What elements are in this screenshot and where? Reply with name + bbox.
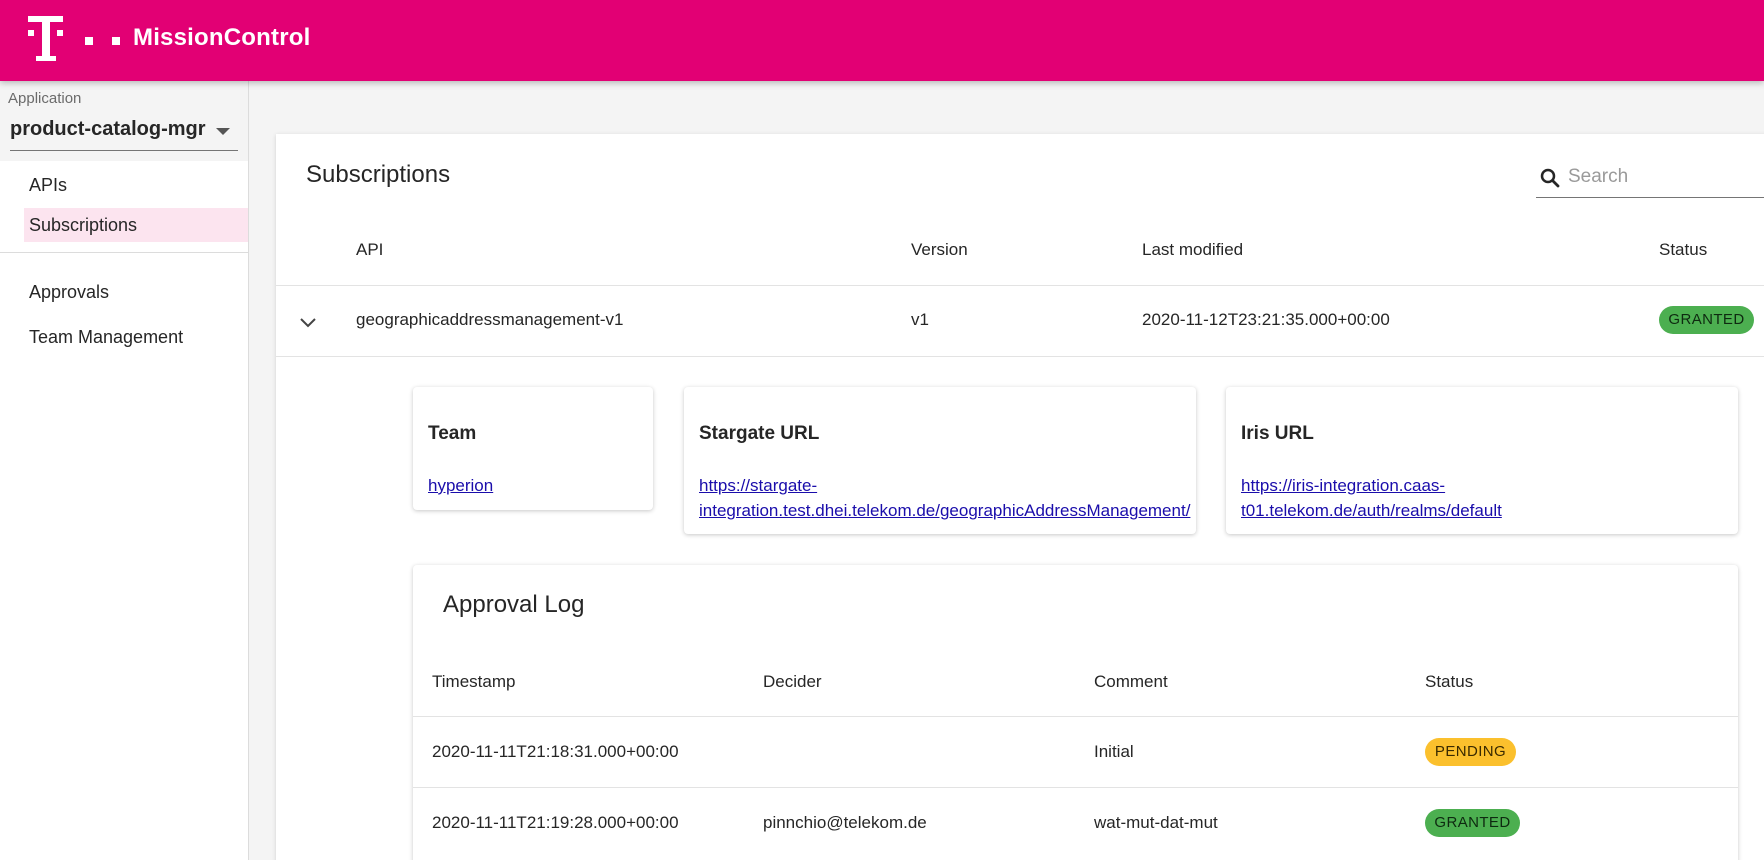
log-row-decider: pinnchio@telekom.de: [763, 813, 927, 832]
stargate-url-link[interactable]: https://stargate- integration.test.dhei.…: [699, 473, 1190, 523]
iris-url-line2: t01.telekom.de/auth/realms/default: [1241, 501, 1502, 520]
sidebar-item-approvals[interactable]: Approvals: [24, 275, 248, 309]
subscriptions-card: Subscriptions API Version Last modified …: [276, 134, 1764, 860]
row-last-modified: 2020-11-12T23:21:35.000+00:00: [1142, 310, 1390, 329]
app-header: MissionControl: [0, 0, 1764, 81]
sidebar: Application product-catalog-mgr APIs Sub…: [0, 81, 249, 860]
row-api: geographicaddressmanagement-v1: [356, 310, 624, 329]
log-header-divider: [413, 716, 1738, 717]
iris-url-title: Iris URL: [1241, 423, 1314, 444]
log-status-badge: PENDING: [1425, 738, 1516, 766]
team-card: Team hyperion: [413, 387, 653, 510]
column-header-api[interactable]: API: [356, 240, 383, 260]
column-header-last-modified[interactable]: Last modified: [1142, 240, 1243, 260]
log-row-comment: wat-mut-dat-mut: [1094, 813, 1218, 832]
status-badge: GRANTED: [1659, 306, 1754, 334]
search-input[interactable]: [1568, 162, 1764, 192]
log-column-status[interactable]: Status: [1425, 672, 1473, 692]
application-select-value[interactable]: product-catalog-mgr: [10, 118, 206, 141]
sidebar-item-subscriptions[interactable]: Subscriptions: [24, 208, 248, 242]
column-header-status[interactable]: Status: [1659, 240, 1707, 260]
sidebar-divider: [0, 252, 249, 253]
iris-url-link[interactable]: https://iris-integration.caas- t01.telek…: [1241, 473, 1502, 523]
log-row-timestamp: 2020-11-11T21:18:31.000+00:00: [432, 742, 679, 761]
iris-url-line1: https://iris-integration.caas-: [1241, 476, 1446, 495]
telekom-logo-icon[interactable]: [28, 16, 138, 62]
application-select-label: Application: [8, 90, 82, 107]
iris-url-card: Iris URL https://iris-integration.caas- …: [1226, 387, 1738, 534]
sidebar-item-apis[interactable]: APIs: [24, 168, 248, 202]
search-box[interactable]: [1536, 158, 1764, 198]
log-column-comment[interactable]: Comment: [1094, 672, 1168, 692]
team-title: Team: [428, 423, 477, 444]
log-row-divider: [413, 787, 1738, 788]
page-title: Subscriptions: [306, 161, 451, 188]
dropdown-caret-icon[interactable]: [216, 128, 230, 135]
log-column-timestamp[interactable]: Timestamp: [432, 672, 515, 692]
search-icon: [1540, 168, 1560, 188]
app-title: MissionControl: [133, 24, 311, 51]
header-divider: [276, 285, 1764, 286]
approval-log-card: Approval Log Timestamp Decider Comment S…: [413, 565, 1738, 860]
stargate-url-title: Stargate URL: [699, 423, 820, 444]
stargate-url-line1: https://stargate-: [699, 476, 818, 495]
row-divider: [276, 356, 1764, 357]
log-row-comment: Initial: [1094, 742, 1134, 761]
row-version: v1: [911, 310, 929, 329]
chevron-down-icon[interactable]: [296, 311, 320, 335]
application-select[interactable]: Application product-catalog-mgr: [0, 81, 248, 161]
column-header-version[interactable]: Version: [911, 240, 968, 260]
log-row-timestamp: 2020-11-11T21:19:28.000+00:00: [432, 813, 679, 832]
stargate-url-line2: integration.test.dhei.telekom.de/geograp…: [699, 501, 1191, 520]
sidebar-item-team-management[interactable]: Team Management: [24, 320, 248, 354]
select-underline: [10, 150, 238, 151]
log-status-badge: GRANTED: [1425, 809, 1520, 837]
approval-log-title: Approval Log: [443, 591, 585, 618]
log-column-decider[interactable]: Decider: [763, 672, 822, 692]
team-link[interactable]: hyperion: [428, 473, 493, 498]
stargate-url-card: Stargate URL https://stargate- integrati…: [684, 387, 1196, 534]
